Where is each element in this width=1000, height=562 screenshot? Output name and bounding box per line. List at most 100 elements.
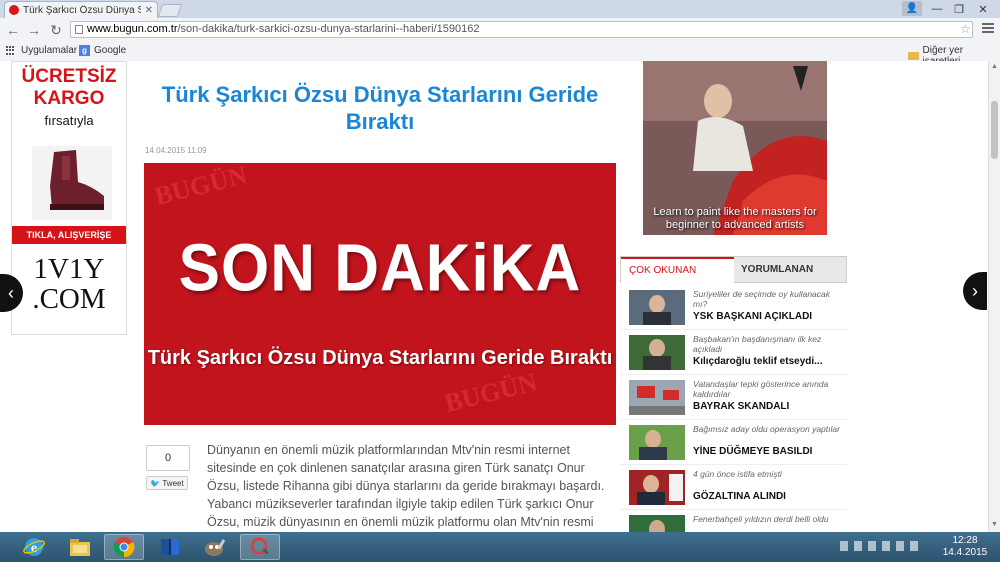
- user-profile-icon[interactable]: 👤: [902, 1, 922, 16]
- browser-toolbar: ← → ↻ www.bugun.com.tr/son-dakika/turk-s…: [0, 18, 1000, 43]
- title-bar: Türk Şarkıcı Özsu Dünya S ✕ 👤 — ❐ ✕: [0, 0, 1000, 18]
- news-item[interactable]: Vatandaşlar tepki gösterince anında kald…: [620, 375, 847, 420]
- news-item[interactable]: Başbakan'ın başdanışmanı ilk kez açıklad…: [620, 330, 847, 375]
- news-headline: GÖZALTINA ALINDI: [693, 491, 786, 502]
- news-subtitle: 4 gün önce istifa etmişti: [693, 469, 782, 479]
- share-count: 0: [146, 445, 190, 471]
- tab-cok-okunan[interactable]: ÇOK OKUNAN: [621, 257, 734, 283]
- chrome-menu-icon[interactable]: [982, 23, 994, 35]
- taskbar-clock[interactable]: 12:28 14.4.2015: [940, 535, 990, 559]
- tweet-label: Tweet: [162, 479, 184, 488]
- news-headline: Kılıçdaroğlu teklif etseydi...: [693, 356, 823, 367]
- tray-app-icon[interactable]: [854, 541, 862, 551]
- apps-grid-icon: [6, 45, 16, 56]
- close-tab-icon[interactable]: ✕: [145, 5, 153, 16]
- tray-arrow-icon[interactable]: [840, 541, 848, 551]
- banner-bg-brand: BUGÜN: [151, 163, 250, 211]
- banner-subtitle: Türk Şarkıcı Özsu Dünya Starlarını Gerid…: [147, 347, 613, 369]
- news-headline: YİNE DÜĞMEYE BASILDI: [693, 446, 813, 457]
- ad-headline-1: ÜCRETSİZ: [21, 66, 117, 87]
- folder-icon: [908, 52, 919, 60]
- scroll-up-icon[interactable]: ▲: [989, 61, 1000, 73]
- url-domain: www.bugun.com.tr: [87, 23, 178, 35]
- news-item[interactable]: 4 gün önce istifa etmişti GÖZALTINA ALIN…: [620, 465, 847, 510]
- article-date: 14.04.2015 11:09: [145, 146, 207, 155]
- ie-icon[interactable]: e: [14, 534, 54, 560]
- news-subtitle: Başbakan'ın başdanışmanı ilk kez açıklad…: [693, 334, 822, 354]
- screenshot-tool-icon[interactable]: [240, 534, 280, 560]
- tweet-button[interactable]: 🐦 Tweet: [146, 476, 188, 490]
- boot-image: [32, 146, 112, 220]
- news-thumbnail: [629, 425, 685, 460]
- tray-volume-icon[interactable]: [896, 541, 904, 551]
- news-thumbnail: [629, 380, 685, 415]
- tab-title: Türk Şarkıcı Özsu Dünya S: [23, 4, 141, 16]
- banner-headline: SON DAKiKA: [178, 231, 582, 306]
- news-list: Suriyeliler de seçimde oy kullanacak mı?…: [620, 285, 847, 532]
- ad-headline-2: KARGO: [33, 88, 105, 109]
- chrome-taskbar-icon[interactable]: [104, 534, 144, 560]
- news-item[interactable]: Fenerbahçeli yıldızın derdi belli oldu: [620, 510, 847, 532]
- ad-headline-3: fırsatıyla: [44, 113, 94, 128]
- bookmark-apps[interactable]: Uygulamalar: [6, 45, 77, 56]
- gimp-icon[interactable]: [194, 534, 234, 560]
- clock-date: 14.4.2015: [942, 547, 988, 558]
- forward-icon[interactable]: →: [26, 22, 42, 38]
- windows-taskbar: e 12:28 14.4.2015: [0, 532, 1000, 562]
- chevron-left-icon: ‹: [8, 283, 14, 303]
- page-icon: [75, 25, 83, 34]
- reload-icon[interactable]: ↻: [48, 22, 64, 38]
- right-ad-caption: Learn to paint like the masters for begi…: [653, 206, 817, 231]
- site-favicon-icon: [9, 5, 19, 15]
- twitter-icon: 🐦: [150, 479, 161, 488]
- bookmark-star-icon[interactable]: ☆: [960, 22, 971, 36]
- news-subtitle: Suriyeliler de seçimde oy kullanacak mı?: [693, 289, 831, 309]
- back-icon[interactable]: ←: [5, 22, 21, 38]
- url-path: /son-dakika/turk-sarkici-ozsu-dunya-star…: [177, 23, 480, 35]
- chevron-right-icon: ›: [972, 281, 978, 301]
- news-headline: BAYRAK SKANDALI: [693, 401, 790, 412]
- banner-bg-brand-2: BUGÜN: [441, 367, 540, 418]
- tray-flag-icon[interactable]: [868, 541, 876, 551]
- browser-tab[interactable]: Türk Şarkıcı Özsu Dünya S ✕: [4, 1, 158, 18]
- ad-cta-button[interactable]: TIKLA, ALIŞVERİŞE BAŞLA!: [12, 226, 126, 258]
- system-tray: [840, 541, 918, 551]
- ad-brand-logo: 1V1Y .COM: [12, 254, 126, 314]
- tray-network-icon[interactable]: [882, 541, 890, 551]
- article-body: Dünyanın en önemli müzik platformlarında…: [207, 443, 605, 529]
- scroll-thumb[interactable]: [991, 101, 998, 159]
- news-thumbnail: [629, 335, 685, 370]
- book-app-icon[interactable]: [150, 534, 190, 560]
- news-subtitle: Vatandaşlar tepki gösterince anında kald…: [693, 379, 829, 399]
- news-subtitle: Fenerbahçeli yıldızın derdi belli oldu: [693, 514, 829, 524]
- news-thumbnail: [629, 290, 685, 325]
- news-item[interactable]: Bağımsız aday oldu operasyon yaptılar Yİ…: [620, 420, 847, 465]
- ad-brand-line: 1V1Y: [33, 253, 105, 285]
- news-thumbnail: [629, 470, 685, 505]
- bookmark-google[interactable]: g Google: [79, 45, 126, 56]
- tray-keyboard-icon[interactable]: [910, 541, 918, 551]
- page-scrollbar[interactable]: ▲ ▼: [988, 61, 1000, 532]
- popular-tabs: ÇOK OKUNAN YORUMLANAN: [620, 256, 847, 283]
- right-advertisement[interactable]: Learn to paint like the masters for begi…: [643, 61, 827, 235]
- news-headline: YSK BAŞKANI AÇIKLADI: [693, 311, 813, 322]
- left-advertisement[interactable]: ÜCRETSİZ KARGO fırsatıyla TIKLA, ALIŞVER…: [11, 61, 127, 335]
- article-title: Türk Şarkıcı Özsu Dünya Starlarını Gerid…: [161, 82, 599, 134]
- news-thumbnail: [629, 515, 685, 532]
- tab-yorumlanan[interactable]: YORUMLANAN: [735, 257, 847, 283]
- bookmark-apps-label: Uygulamalar: [21, 45, 78, 56]
- google-icon: g: [79, 45, 90, 56]
- new-tab-button[interactable]: [157, 4, 183, 17]
- clock-time: 12:28: [952, 535, 978, 546]
- file-explorer-icon[interactable]: [60, 534, 100, 560]
- bookmark-google-label: Google: [94, 45, 127, 56]
- bookmarks-bar: Uygulamalar g Google Diğer yer işaretler…: [0, 42, 1000, 67]
- news-subtitle: Bağımsız aday oldu operasyon yaptılar: [693, 424, 840, 434]
- next-article-button[interactable]: ›: [963, 272, 987, 310]
- close-window-icon[interactable]: ✕: [970, 0, 996, 18]
- ad-brand-line: .COM: [32, 283, 106, 315]
- news-item[interactable]: Suriyeliler de seçimde oy kullanacak mı?…: [620, 285, 847, 330]
- restore-icon[interactable]: ❐: [946, 0, 972, 18]
- address-bar[interactable]: www.bugun.com.tr/son-dakika/turk-sarkici…: [70, 21, 973, 38]
- scroll-down-icon[interactable]: ▼: [989, 519, 1000, 531]
